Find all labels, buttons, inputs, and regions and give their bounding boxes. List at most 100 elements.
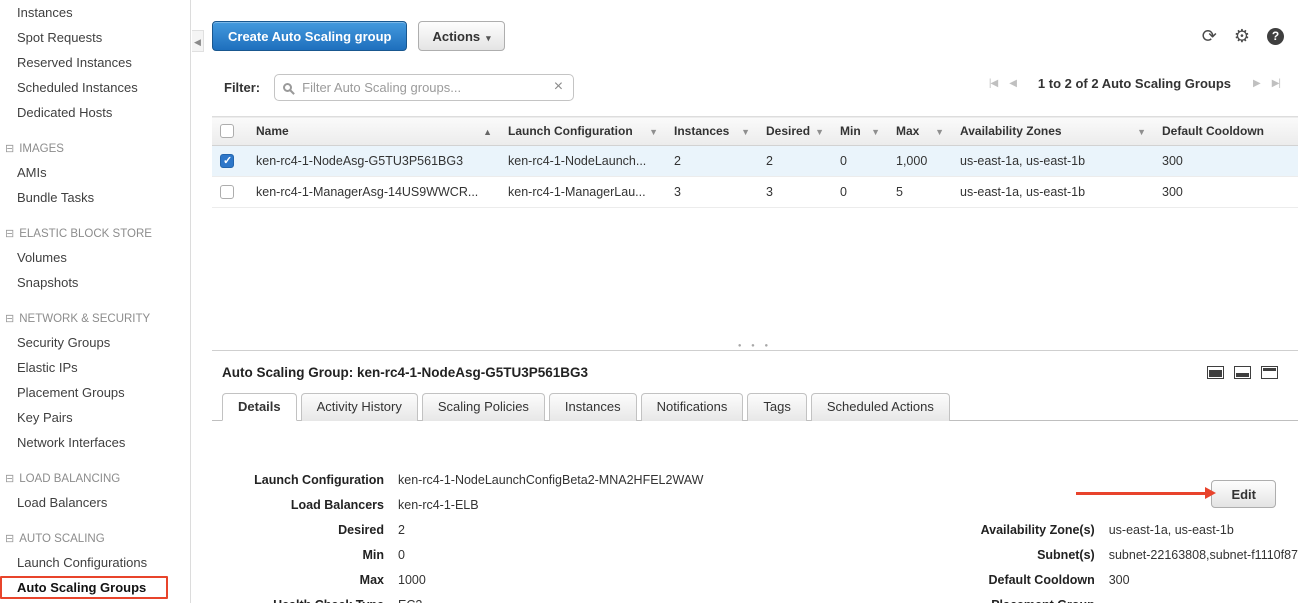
filter-bar: Filter: × |◀ ◀ 1 to 2 of 2 Auto Scaling … [212,73,1298,101]
column-header-name[interactable]: Name ▲ [248,117,500,146]
field-row: Availability Zone(s) us-east-1a, us-east… [765,518,1298,543]
sidebar-item-dedicated-hosts[interactable]: Dedicated Hosts [0,100,190,125]
first-page-icon[interactable]: |◀ [983,78,1003,89]
column-header-launch-configuration[interactable]: Launch Configuration ▼ [500,117,666,146]
field-value: us-east-1a, us-east-1b [1109,518,1234,543]
section-collapse-icon: ⊟ [5,228,14,240]
sidebar-item-scheduled-instances[interactable]: Scheduled Instances [0,75,190,100]
sidebar-item-volumes[interactable]: Volumes [0,245,190,270]
sidebar-item-security-groups[interactable]: Security Groups [0,330,190,355]
sidebar-item-auto-scaling-groups[interactable]: Auto Scaling Groups [0,576,168,599]
field-label: Placement Group [765,593,1109,603]
field-label: Availability Zone(s) [765,518,1109,543]
sidebar-item-snapshots[interactable]: Snapshots [0,270,190,295]
column-header-default-cooldown[interactable]: Default Cooldown [1154,117,1298,146]
sidebar-item-instances[interactable]: Instances [0,0,190,25]
expand-panel-icon[interactable] [1207,366,1224,379]
sidebar-collapse-icon[interactable]: ◀ [192,30,204,52]
create-auto-scaling-group-button[interactable]: Create Auto Scaling group [212,21,407,51]
edit-button[interactable]: Edit [1211,480,1276,508]
sidebar-item-launch-configurations[interactable]: Launch Configurations [0,550,190,575]
field-row: Placement Group [765,593,1298,603]
tab-activity-history[interactable]: Activity History [301,393,418,421]
detail-panel: Auto Scaling Group: ken-rc4-1-NodeAsg-G5… [212,350,1298,603]
fields-left-column: Launch Configuration ken-rc4-1-NodeLaunc… [212,468,765,603]
sidebar-item-key-pairs[interactable]: Key Pairs [0,405,190,430]
field-value: ken-rc4-1-NodeLaunchConfigBeta2-MNA2HFEL… [398,468,703,493]
column-header-min[interactable]: Min ▼ [832,117,888,146]
field-label: Subnet(s) [765,543,1109,568]
sidebar-section-images[interactable]: ⊟IMAGES [0,138,190,160]
cell-instances: 2 [666,146,758,177]
sidebar-item-network-interfaces[interactable]: Network Interfaces [0,430,190,455]
tab-instances[interactable]: Instances [549,393,637,421]
sidebar-item-placement-groups[interactable]: Placement Groups [0,380,190,405]
cell-availability-zones: us-east-1a, us-east-1b [952,177,1154,208]
row-checkbox-checked[interactable] [220,154,234,168]
panel-resize-handle[interactable] [735,343,775,353]
field-row: Subnet(s) subnet-22163808,subnet-f1110f8… [765,543,1298,568]
field-value: 0 [398,543,405,568]
last-page-icon[interactable]: ▶| [1266,78,1286,89]
section-collapse-icon: ⊟ [5,143,14,155]
clear-filter-icon[interactable]: × [552,79,565,95]
sidebar-section-label: ELASTIC BLOCK STORE [19,228,152,240]
field-row: Launch Configuration ken-rc4-1-NodeLaunc… [212,468,765,493]
toolbar: Create Auto Scaling group Actions▾ ⟳ ⚙ ? [212,21,1298,51]
column-label: Max [896,124,919,138]
sidebar-item-bundle-tasks[interactable]: Bundle Tasks [0,185,190,210]
sidebar-section-load-balancing[interactable]: ⊟LOAD BALANCING [0,468,190,490]
field-label: Launch Configuration [212,468,398,493]
cell-desired: 2 [758,146,832,177]
sidebar-section-elastic-block-store[interactable]: ⊟ ELASTIC BLOCK STORE [0,223,190,245]
asg-table: Name ▲ Launch Configuration ▼ Instances … [212,116,1298,208]
field-value: 2 [398,518,405,543]
tab-scheduled-actions[interactable]: Scheduled Actions [811,393,950,421]
chevron-down-icon: ▼ [741,127,750,137]
field-row: Desired 2 [212,518,765,543]
sidebar-item-load-balancers[interactable]: Load Balancers [0,490,190,515]
sidebar-item-elastic-ips[interactable]: Elastic IPs [0,355,190,380]
tab-notifications[interactable]: Notifications [641,393,744,421]
row-checkbox[interactable] [220,185,234,199]
field-label: Min [212,543,398,568]
help-icon[interactable]: ? [1267,28,1284,45]
sidebar-item-amis[interactable]: AMIs [0,160,190,185]
field-value: EC2 [398,593,422,603]
cell-instances: 3 [666,177,758,208]
gear-icon[interactable]: ⚙ [1234,27,1250,45]
refresh-icon[interactable]: ⟳ [1202,27,1217,45]
field-label: Desired [212,518,398,543]
field-label: Load Balancers [212,493,398,518]
prev-page-icon[interactable]: ◀ [1003,78,1022,89]
select-all-checkbox[interactable] [220,124,234,138]
pagination: |◀ ◀ 1 to 2 of 2 Auto Scaling Groups ▶ ▶… [983,76,1286,91]
detail-body: Edit Launch Configuration ken-rc4-1-Node… [212,468,1298,603]
next-page-icon[interactable]: ▶ [1247,78,1266,89]
cell-min: 0 [832,177,888,208]
sidebar-section-network-security[interactable]: ⊟NETWORK & SECURITY [0,308,190,330]
field-row: Load Balancers ken-rc4-1-ELB [212,493,765,518]
tab-tags[interactable]: Tags [747,393,806,421]
table-row[interactable]: ken-rc4-1-ManagerAsg-14US9WWCR... ken-rc… [212,177,1298,208]
select-all-header [212,117,248,146]
column-header-max[interactable]: Max ▼ [888,117,952,146]
section-collapse-icon: ⊟ [5,533,14,545]
column-header-availability-zones[interactable]: Availability Zones ▼ [952,117,1154,146]
detail-panel-title: Auto Scaling Group: ken-rc4-1-NodeAsg-G5… [222,365,588,380]
column-header-instances[interactable]: Instances ▼ [666,117,758,146]
filter-input[interactable] [300,79,552,96]
tab-details[interactable]: Details [222,393,297,421]
table-row[interactable]: ken-rc4-1-NodeAsg-G5TU3P561BG3 ken-rc4-1… [212,146,1298,177]
column-header-desired[interactable]: Desired ▼ [758,117,832,146]
field-label: Default Cooldown [765,568,1109,593]
actions-button[interactable]: Actions▾ [418,21,504,51]
row-select-cell [212,177,248,208]
collapse-panel-icon[interactable] [1261,366,1278,379]
column-label: Instances [674,124,729,138]
sidebar-item-spot-requests[interactable]: Spot Requests [0,25,190,50]
sidebar-item-reserved-instances[interactable]: Reserved Instances [0,50,190,75]
sidebar-section-auto-scaling[interactable]: ⊟AUTO SCALING [0,528,190,550]
tab-scaling-policies[interactable]: Scaling Policies [422,393,545,421]
split-panel-icon[interactable] [1234,366,1251,379]
